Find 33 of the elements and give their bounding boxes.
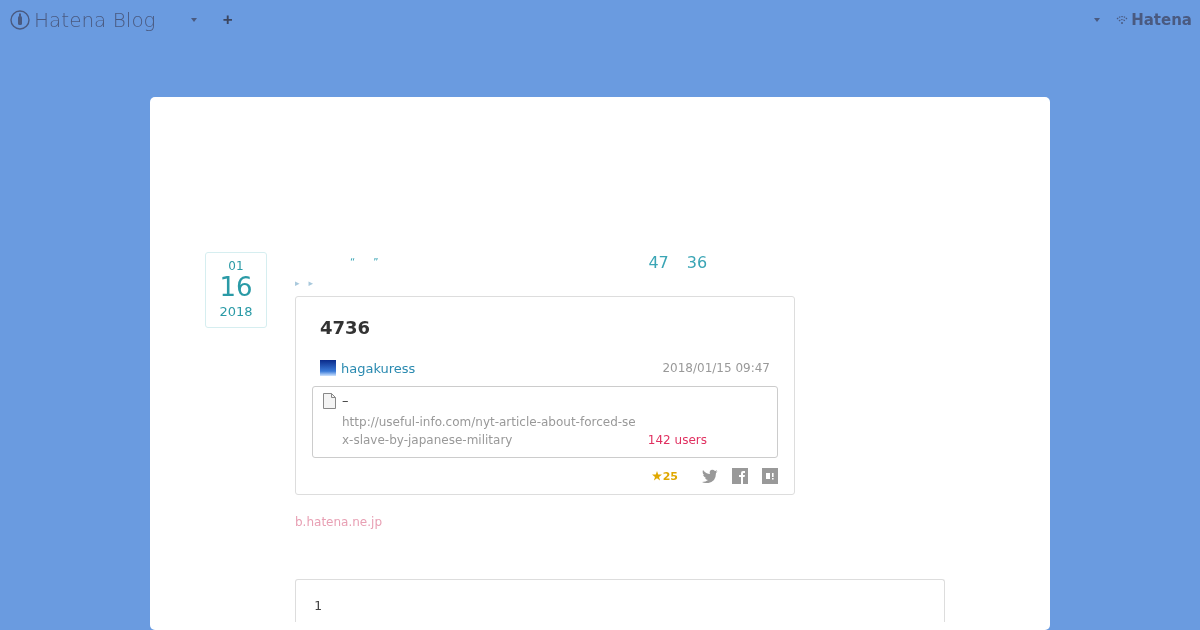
- code-line: 1: [314, 598, 323, 613]
- title-text[interactable]: 36: [686, 252, 708, 272]
- title-text[interactable]: 47: [648, 252, 669, 272]
- link-url: x-slave-by-japanese-military: [342, 432, 513, 449]
- link-url: http://useful-info.com/nyt-article-about-forced-se: [342, 414, 636, 431]
- title-text[interactable]: “: [350, 256, 356, 268]
- timestamp: 2018/01/15 09:47: [662, 361, 770, 375]
- facebook-icon[interactable]: [732, 468, 748, 484]
- star-count[interactable]: 25: [662, 469, 678, 483]
- logo-text[interactable]: Hatena Blog: [34, 8, 156, 32]
- logo-icon: [10, 10, 30, 30]
- date-day: 16: [219, 273, 253, 301]
- add-button[interactable]: +: [222, 10, 233, 30]
- link-title: –: [342, 393, 350, 410]
- breadcrumb-arrow: ▸: [308, 278, 314, 288]
- bookmark-count[interactable]: 142 users: [647, 433, 707, 447]
- link-preview[interactable]: – http://useful-info.com/nyt-article-about-forced-se x-slave-by-japanese-military 142 users: [312, 386, 778, 458]
- bird-icon[interactable]: [702, 469, 718, 483]
- caret-icon[interactable]: [190, 18, 197, 22]
- date-year: 2018: [219, 303, 253, 321]
- author-link[interactable]: hagakuress: [341, 360, 416, 376]
- caret-icon[interactable]: [1094, 18, 1101, 22]
- breadcrumb-arrow: ▸: [295, 278, 300, 288]
- avatar-icon: [320, 360, 336, 376]
- star-icon[interactable]: [651, 471, 662, 481]
- embed-title[interactable]: 4736: [312, 317, 778, 338]
- bookmark-icon[interactable]: [762, 468, 778, 484]
- title-text[interactable]: ”: [373, 256, 379, 268]
- account-link[interactable]: Hatena: [1131, 11, 1192, 29]
- source-link[interactable]: b.hatena.ne.jp: [295, 515, 945, 529]
- date-month: 01: [228, 259, 244, 273]
- document-icon: [323, 393, 336, 409]
- wifi-icon: [1116, 15, 1129, 25]
